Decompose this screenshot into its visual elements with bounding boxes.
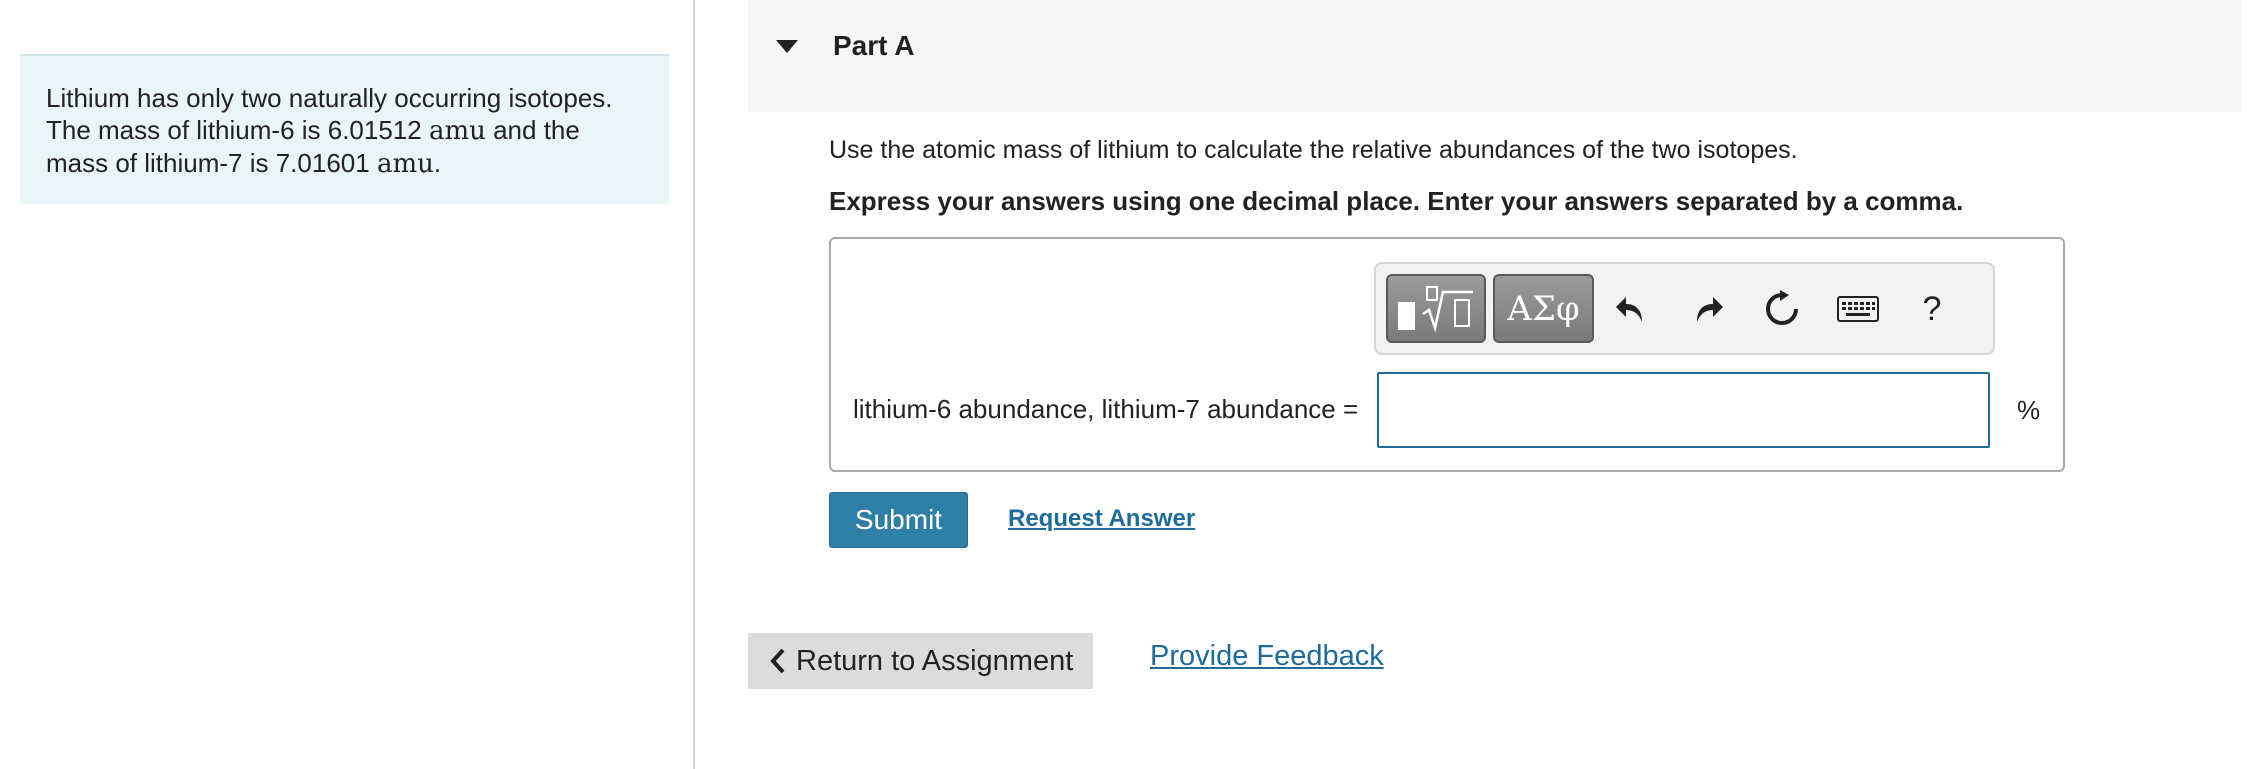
unit-amu: amu [428,116,486,146]
math-toolbar: ΑΣφ ? [1374,262,1995,355]
intro-line-2: The mass of lithium-6 is 6.01512 amu and… [46,115,580,146]
collapse-caret-icon[interactable] [776,40,798,53]
radical-template-icon [1421,285,1473,333]
request-answer-link[interactable]: Request Answer [1008,505,1195,533]
greek-symbols-button[interactable]: ΑΣφ [1493,274,1594,343]
chevron-left-icon [770,648,786,674]
left-panel: Lithium has only two naturally occurring… [0,0,695,769]
help-button[interactable]: ? [1909,286,1955,332]
undo-icon[interactable] [1608,286,1654,332]
provide-feedback-link[interactable]: Provide Feedback [1150,640,1384,673]
unit-amu: amu [376,149,434,179]
answer-input[interactable] [1377,372,1990,448]
intro-line-3: mass of lithium-7 is 7.01601 amu. [46,148,442,179]
answer-box: ΑΣφ ? lithium-6 abundance, lithium-7 abu… [829,237,2065,472]
keyboard-icon[interactable] [1835,286,1881,332]
template-block-icon [1397,301,1415,330]
return-label: Return to Assignment [796,644,1074,677]
redo-icon[interactable] [1685,286,1731,332]
part-title: Part A [833,30,915,61]
problem-intro: Lithium has only two naturally occurring… [20,54,669,204]
submit-button[interactable]: Submit [829,492,968,548]
question-text: Use the atomic mass of lithium to calcul… [829,136,1798,164]
answer-instruction: Express your answers using one decimal p… [829,186,1964,216]
templates-button[interactable] [1386,274,1486,343]
answer-unit: % [2017,395,2041,425]
part-header[interactable]: Part A [748,0,2241,112]
return-to-assignment-button[interactable]: Return to Assignment [748,633,1093,689]
answer-label: lithium-6 abundance, lithium-7 abundance… [853,394,1359,424]
reset-icon[interactable] [1759,286,1805,332]
page: Lithium has only two naturally occurring… [0,0,2267,769]
intro-line-1: Lithium has only two naturally occurring… [46,83,613,113]
